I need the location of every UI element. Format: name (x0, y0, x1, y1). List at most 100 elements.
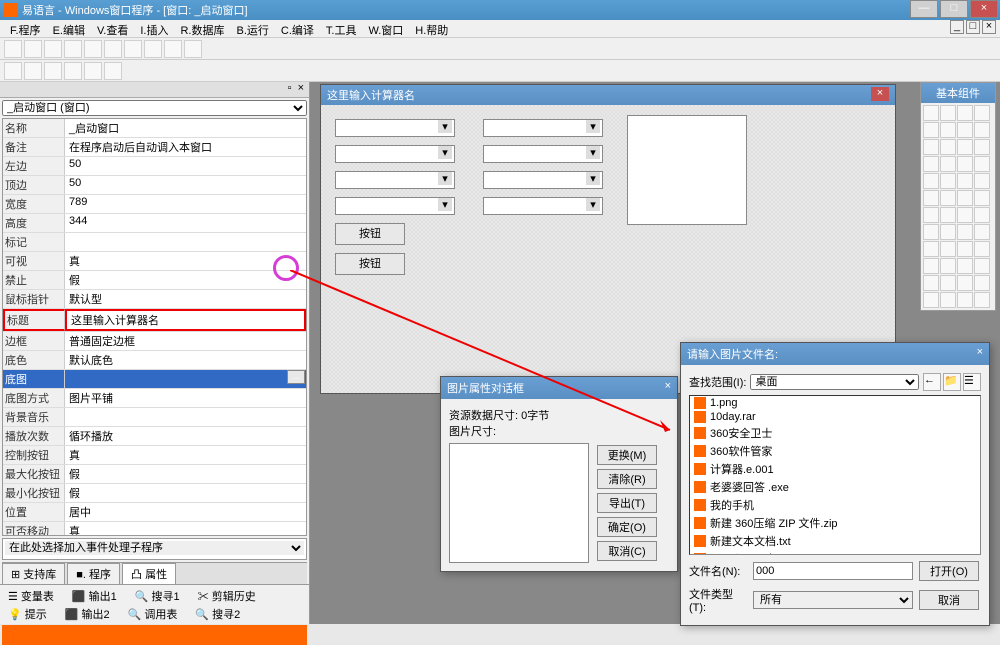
button-2[interactable]: 按钮 (335, 253, 405, 275)
output-tab[interactable]: 🔍 搜寻1 (129, 587, 186, 605)
minimize-button[interactable]: — (910, 0, 938, 18)
combo-7[interactable] (483, 171, 603, 189)
property-value[interactable] (65, 408, 306, 426)
left-tab[interactable]: ■. 程序 (67, 563, 120, 584)
toolbar-paste-icon[interactable] (104, 40, 122, 58)
property-value[interactable]: 在程序启动后自动调入本窗口 (65, 138, 306, 156)
toolbar-save-icon[interactable] (44, 40, 62, 58)
menu-item[interactable]: C.编译 (275, 20, 320, 37)
toolbox-item[interactable] (957, 258, 973, 274)
align-bottom-icon[interactable] (104, 62, 122, 80)
toolbar-open-icon[interactable] (24, 40, 42, 58)
output-tab[interactable]: ☰ 变量表 (2, 587, 60, 605)
property-value[interactable]: _启动窗口 (65, 119, 306, 137)
property-row[interactable]: 最大化按钮假 (3, 465, 306, 484)
mdi-close-icon[interactable]: × (982, 20, 996, 34)
toolbox-item[interactable] (923, 122, 939, 138)
property-row[interactable]: 底图... (3, 370, 306, 389)
filetype-select[interactable]: 所有 (753, 591, 913, 609)
toolbox-item[interactable] (957, 156, 973, 172)
toolbox-item[interactable] (940, 173, 956, 189)
toolbox-item[interactable] (957, 207, 973, 223)
property-row[interactable]: 左边50 (3, 157, 306, 176)
output-tab[interactable]: ⬛ 输出2 (59, 605, 116, 623)
file-cancel-button[interactable]: 取消 (919, 590, 979, 610)
ok-button[interactable]: 确定(O) (597, 517, 657, 537)
toolbox-item[interactable] (940, 241, 956, 257)
toolbox-item[interactable] (923, 241, 939, 257)
output-tab[interactable]: 🔍 调用表 (122, 605, 184, 623)
output-tab[interactable]: 🔍 搜寻2 (189, 605, 246, 623)
file-item[interactable]: 我的手机 (690, 496, 980, 514)
pane-pin-icon[interactable]: ▫ (285, 82, 295, 97)
menu-item[interactable]: R.数据库 (174, 20, 230, 37)
property-row[interactable]: 背景音乐 (3, 408, 306, 427)
toolbox-item[interactable] (923, 224, 939, 240)
open-button[interactable]: 打开(O) (919, 561, 979, 581)
cancel-button[interactable]: 取消(C) (597, 541, 657, 561)
property-row[interactable]: 标记 (3, 233, 306, 252)
combo-3[interactable] (335, 171, 455, 189)
combo-4[interactable] (335, 197, 455, 215)
mdi-min-icon[interactable]: _ (950, 20, 964, 34)
toolbox-item[interactable] (923, 173, 939, 189)
imgdlg-close-icon[interactable]: × (665, 380, 671, 396)
filedlg-close-icon[interactable]: × (977, 346, 983, 362)
toolbox-item[interactable] (957, 292, 973, 308)
toolbox-item[interactable] (957, 241, 973, 257)
property-row[interactable]: 标题这里输入计算器名 (3, 309, 306, 332)
property-value[interactable]: 假 (65, 271, 306, 289)
toolbox-item[interactable] (923, 275, 939, 291)
property-row[interactable]: 鼠标指针默认型 (3, 290, 306, 309)
toolbox-item[interactable] (974, 105, 990, 121)
toolbox-item[interactable] (974, 207, 990, 223)
maximize-button[interactable]: □ (940, 0, 968, 18)
toolbox-item[interactable] (974, 258, 990, 274)
align-right-icon[interactable] (44, 62, 62, 80)
property-value[interactable]: 假 (65, 484, 306, 502)
menu-item[interactable]: W.窗口 (362, 20, 409, 37)
filename-input[interactable] (753, 562, 913, 580)
menu-item[interactable]: V.查看 (91, 20, 134, 37)
property-row[interactable]: 禁止假 (3, 271, 306, 290)
toolbox-item[interactable] (940, 139, 956, 155)
toolbox-item[interactable] (923, 139, 939, 155)
align-left-icon[interactable] (4, 62, 22, 80)
menu-item[interactable]: T.工具 (320, 20, 363, 37)
property-value[interactable]: 默认底色 (65, 351, 306, 369)
output-tab[interactable]: ✂ 剪辑历史 (192, 587, 262, 605)
property-row[interactable]: 高度344 (3, 214, 306, 233)
toolbox-item[interactable] (957, 122, 973, 138)
toolbox-item[interactable] (974, 139, 990, 155)
toolbar-new-icon[interactable] (4, 40, 22, 58)
property-grid[interactable]: 名称_启动窗口备注在程序启动后自动调入本窗口左边50顶边50宽度789高度344… (2, 118, 307, 536)
align-center-icon[interactable] (24, 62, 42, 80)
align-middle-icon[interactable] (84, 62, 102, 80)
property-value[interactable]: 循环播放 (65, 427, 306, 445)
toolbox-item[interactable] (974, 122, 990, 138)
toolbox-item[interactable] (940, 156, 956, 172)
combo-1[interactable] (335, 119, 455, 137)
button-1[interactable]: 按钮 (335, 223, 405, 245)
object-selector[interactable]: _启动窗口 (窗口) (2, 100, 307, 116)
property-value[interactable] (65, 233, 306, 251)
property-value[interactable]: 图片平铺 (65, 389, 306, 407)
property-row[interactable]: 底色默认底色 (3, 351, 306, 370)
combo-2[interactable] (335, 145, 455, 163)
property-value[interactable]: 居中 (65, 503, 306, 521)
toolbox-item[interactable] (974, 292, 990, 308)
menu-item[interactable]: B.运行 (230, 20, 274, 37)
toolbar-redo-icon[interactable] (144, 40, 162, 58)
property-value[interactable]: 789 (65, 195, 306, 213)
property-value[interactable]: 普通固定边框 (65, 332, 306, 350)
toolbox-item[interactable] (923, 207, 939, 223)
menu-item[interactable]: F.程序 (4, 20, 47, 37)
property-row[interactable]: 控制按钮真 (3, 446, 306, 465)
property-row[interactable]: 顶边50 (3, 176, 306, 195)
property-value[interactable]: 344 (65, 214, 306, 232)
event-selector[interactable]: 在此处选择加入事件处理子程序 (2, 538, 307, 560)
property-edit-button[interactable]: ... (287, 370, 305, 384)
property-row[interactable]: 最小化按钮假 (3, 484, 306, 503)
export-button[interactable]: 导出(T) (597, 493, 657, 513)
toolbox-item[interactable] (923, 258, 939, 274)
